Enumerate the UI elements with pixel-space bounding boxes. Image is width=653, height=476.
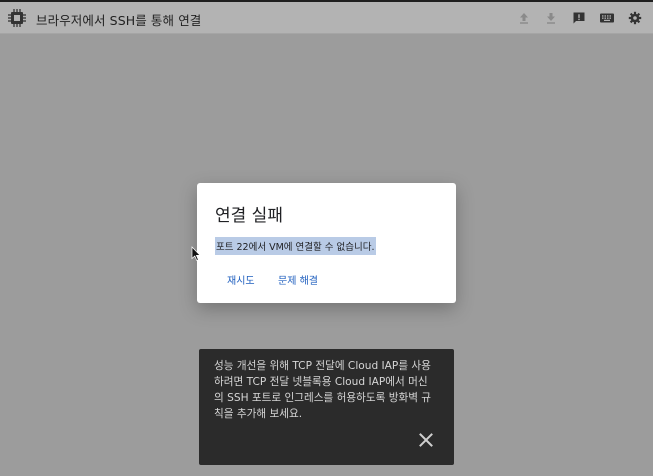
feedback-icon[interactable] [572, 11, 586, 25]
title-bar: 브라우저에서 SSH를 통해 연결 [0, 0, 653, 34]
connection-failed-dialog: 연결 실패 포트 22에서 VM에 연결할 수 없습니다. 재시도 문제 해결 [197, 183, 456, 303]
download-icon[interactable] [544, 11, 558, 25]
troubleshoot-button[interactable]: 문제 해결 [278, 272, 318, 287]
close-icon[interactable] [417, 431, 435, 449]
window-title: 브라우저에서 SSH를 통해 연결 [36, 13, 202, 28]
upload-icon[interactable] [517, 11, 531, 25]
dialog-title: 연결 실패 [215, 206, 283, 226]
settings-icon[interactable] [628, 11, 642, 25]
mouse-cursor-icon [191, 246, 201, 261]
iap-tip-snackbar: 성능 개선을 위해 TCP 전달에 Cloud IAP를 사용 하려면 TCP … [199, 349, 454, 465]
retry-button[interactable]: 재시도 [227, 272, 255, 287]
chip-icon [8, 9, 26, 27]
snackbar-text: 성능 개선을 위해 TCP 전달에 Cloud IAP를 사용 하려면 TCP … [214, 360, 432, 420]
dialog-message: 포트 22에서 VM에 연결할 수 없습니다. [215, 237, 376, 255]
keyboard-icon[interactable] [599, 11, 615, 25]
